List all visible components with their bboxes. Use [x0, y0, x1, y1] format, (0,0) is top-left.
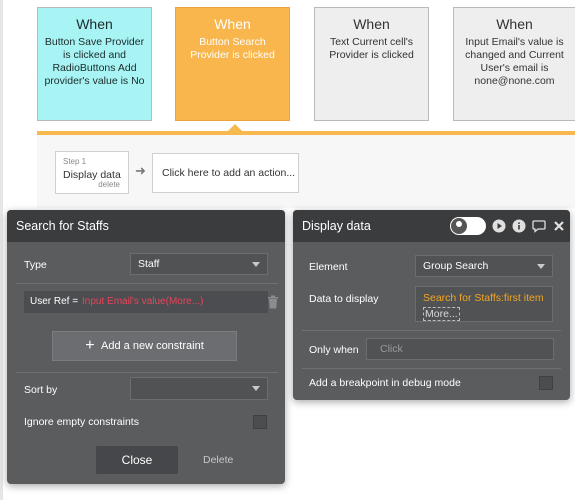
add-action-button[interactable]: Click here to add an action...: [152, 153, 299, 193]
plus-icon: +: [85, 337, 95, 354]
divider: [16, 283, 278, 284]
delete-button[interactable]: Delete: [203, 454, 233, 466]
more-link[interactable]: More...: [423, 307, 460, 321]
event-card-save-provider[interactable]: When Button Save Provider is clicked and…: [37, 7, 152, 121]
data-to-display-label: Data to display: [309, 293, 379, 305]
event-description: Button Search Provider is clicked: [190, 36, 275, 61]
element-dropdown[interactable]: Group Search: [415, 255, 553, 277]
display-panel-title: Display data: [293, 210, 570, 242]
trash-icon[interactable]: [267, 295, 279, 309]
user-icon: [451, 218, 467, 234]
divider: [16, 372, 278, 373]
constraint-value-expression[interactable]: Input Email's value(More...): [82, 296, 203, 307]
breakpoint-checkbox[interactable]: [539, 376, 553, 390]
caret-down-icon: [252, 386, 260, 391]
event-when-label: When: [76, 16, 113, 32]
ignore-empty-label: Ignore empty constraints: [24, 416, 139, 428]
event-card-current-cell[interactable]: When Text Current cell's Provider is cli…: [314, 7, 429, 121]
close-button[interactable]: Close: [96, 446, 178, 474]
event-when-label: When: [496, 16, 533, 32]
sort-by-dropdown[interactable]: [130, 377, 268, 400]
constraint-field-label: User Ref =: [30, 296, 79, 307]
step-delete-link[interactable]: delete: [98, 180, 120, 189]
event-card-search-provider[interactable]: When Button Search Provider is clicked: [175, 7, 290, 121]
caret-down-icon: [252, 262, 260, 267]
search-panel-title: Search for Staffs: [7, 210, 285, 242]
left-edge-strip: [0, 0, 3, 500]
only-when-label: Only when: [309, 344, 359, 356]
add-constraint-button[interactable]: + Add a new constraint: [52, 331, 237, 361]
comment-icon[interactable]: [532, 219, 546, 233]
display-data-panel: Display data Element Group Search Data t…: [293, 210, 570, 400]
event-card-input-email[interactable]: When Input Email's value is changed and …: [453, 7, 575, 121]
step-number: Step 1: [63, 157, 87, 166]
divider: [302, 368, 561, 369]
type-dropdown[interactable]: Staff: [130, 253, 268, 275]
info-icon[interactable]: [512, 219, 526, 233]
workflow-step-1[interactable]: Step 1 Display data delete: [55, 151, 129, 194]
close-icon[interactable]: [552, 219, 566, 233]
event-description: Button Save Provider is clicked and Radi…: [44, 36, 145, 87]
type-label: Type: [24, 259, 47, 271]
element-dropdown-value: Group Search: [423, 260, 489, 272]
event-description: Text Current cell's Provider is clicked: [329, 36, 414, 61]
element-label: Element: [309, 261, 348, 273]
constraint-row[interactable]: User Ref = Input Email's value(More...): [24, 291, 268, 313]
play-icon[interactable]: [492, 219, 506, 233]
sort-by-label: Sort by: [24, 384, 58, 396]
search-for-staffs-panel: Search for Staffs Type Staff User Ref = …: [7, 210, 285, 484]
debug-toggle[interactable]: [450, 217, 486, 235]
add-constraint-label: Add a new constraint: [101, 340, 204, 352]
caret-down-icon: [537, 264, 545, 269]
event-when-label: When: [214, 16, 251, 32]
data-to-display-expression[interactable]: Search for Staffs:first item: [423, 292, 544, 304]
ignore-empty-checkbox[interactable]: [253, 415, 267, 429]
event-description: Input Email's value is changed and Curre…: [465, 36, 564, 87]
breakpoint-label: Add a breakpoint in debug mode: [309, 377, 461, 389]
event-when-label: When: [353, 16, 390, 32]
divider: [302, 330, 561, 331]
type-dropdown-value: Staff: [138, 258, 160, 270]
only-when-field[interactable]: Click: [366, 338, 554, 360]
arrow-right-icon: ➜: [135, 163, 146, 178]
